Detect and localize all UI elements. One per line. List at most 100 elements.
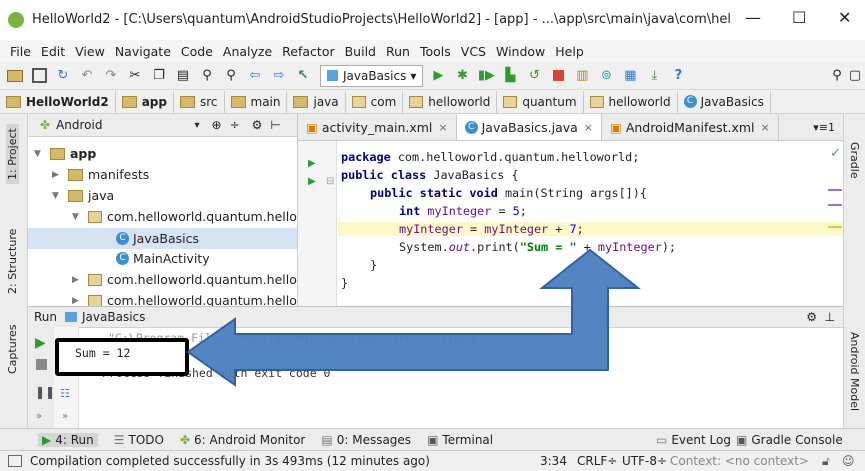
- hide-panel-icon[interactable]: ⊥: [825, 310, 835, 324]
- menu-file[interactable]: File: [10, 44, 31, 59]
- menu-vcs[interactable]: VCS: [461, 44, 486, 59]
- make-project-icon[interactable]: ↖: [294, 67, 312, 85]
- scroll-from-source-icon[interactable]: ⊕: [212, 118, 222, 132]
- line-separator[interactable]: CRLF÷: [577, 454, 617, 468]
- project-tool-tab[interactable]: 1: Project: [6, 124, 19, 184]
- replace-icon[interactable]: ⚲: [222, 67, 240, 85]
- paste-icon[interactable]: ▤: [174, 67, 192, 85]
- cut-icon[interactable]: ✂: [126, 67, 144, 85]
- open-folder-icon[interactable]: [6, 67, 24, 85]
- coverage-icon[interactable]: ▮▶: [477, 67, 495, 85]
- tab-overflow-menu[interactable]: ▾≡1: [813, 121, 835, 134]
- run-configuration-select[interactable]: JavaBasics ▾: [320, 64, 424, 87]
- menu-refactor[interactable]: Refactor: [282, 44, 334, 59]
- menu-view[interactable]: View: [75, 44, 105, 59]
- sync-icon[interactable]: ↻: [54, 67, 72, 85]
- gradle-console-tool-tab[interactable]: ▣ Gradle Console: [736, 433, 843, 447]
- save-icon[interactable]: [30, 67, 48, 85]
- back-icon[interactable]: ⇦: [246, 67, 264, 85]
- lock-icon[interactable]: 🔓︎: [822, 454, 830, 469]
- redo-icon[interactable]: ↷: [102, 67, 120, 85]
- todo-tool-tab[interactable]: ☰ TODO: [114, 433, 164, 447]
- breadcrumb-item[interactable]: HelloWorld2: [0, 90, 116, 113]
- menu-help[interactable]: Help: [555, 44, 584, 59]
- forward-icon[interactable]: ⇨: [270, 67, 288, 85]
- project-view-select[interactable]: Android: [56, 118, 102, 132]
- run-icon[interactable]: ▶: [429, 67, 447, 85]
- breadcrumb-item[interactable]: app: [116, 90, 174, 113]
- code-line-1[interactable]: package com.helloworld.quantum.helloworl…: [341, 150, 639, 164]
- inspection-ok-icon[interactable]: ✓: [830, 146, 841, 161]
- close-tab-icon[interactable]: ×: [584, 121, 593, 134]
- breadcrumb-item[interactable]: main: [225, 90, 288, 113]
- hide-panel-icon[interactable]: ⊢: [270, 118, 280, 132]
- menu-build[interactable]: Build: [345, 44, 376, 59]
- avd-manager-icon[interactable]: ⊚: [597, 67, 615, 85]
- tree-item-mainactivity[interactable]: C MainActivity: [116, 251, 210, 266]
- gradle-tool-tab[interactable]: Gradle: [848, 142, 861, 179]
- minimize-button[interactable]: —: [745, 8, 761, 27]
- project-structure-icon[interactable]: ▦: [621, 67, 639, 85]
- breadcrumb-item[interactable]: helloworld: [584, 90, 678, 113]
- menu-run[interactable]: Run: [386, 44, 410, 59]
- fold-icon[interactable]: ⊟: [326, 176, 334, 187]
- gear-icon[interactable]: ⚙: [806, 310, 817, 324]
- code-line-8[interactable]: }: [341, 276, 348, 290]
- search-icon[interactable]: ⚲: [828, 67, 846, 85]
- file-encoding[interactable]: UTF-8÷: [622, 454, 667, 468]
- apply-changes-icon[interactable]: ↺: [525, 67, 543, 85]
- maximize-button[interactable]: ☐: [792, 8, 806, 27]
- menu-navigate[interactable]: Navigate: [115, 44, 171, 59]
- copy-icon[interactable]: ❐: [150, 67, 168, 85]
- terminal-tool-tab[interactable]: ▣ Terminal: [427, 433, 493, 447]
- tree-item-javabasics[interactable]: C JavaBasics: [28, 228, 297, 249]
- menu-edit[interactable]: Edit: [41, 44, 65, 59]
- help-icon[interactable]: ?: [669, 67, 687, 85]
- tab-javabasics[interactable]: C JavaBasics.java ×: [456, 114, 603, 140]
- gradle-sync-icon[interactable]: ⤓: [645, 67, 663, 85]
- undo-icon[interactable]: ↶: [78, 67, 96, 85]
- android-model-tool-tab[interactable]: Android Model: [848, 332, 861, 411]
- breadcrumb-item[interactable]: java: [287, 90, 346, 113]
- breadcrumb-item[interactable]: com: [346, 90, 404, 113]
- event-log-tool-tab[interactable]: ▭ Event Log: [656, 433, 731, 447]
- code-line-6[interactable]: System.out.print("Sum = " + myInteger);: [399, 240, 676, 254]
- run-config-tab[interactable]: JavaBasics: [82, 310, 145, 324]
- messages-tool-tab[interactable]: ▤ 0: Messages: [321, 433, 411, 447]
- tree-item-package[interactable]: ▶ com.helloworld.quantum.hellowo: [72, 293, 297, 306]
- run-tool-tab[interactable]: ▶ 4: Run: [38, 432, 98, 447]
- rerun-icon[interactable]: ▶: [35, 335, 46, 351]
- run-class-icon[interactable]: ▶: [308, 158, 316, 169]
- tab-activity-main[interactable]: ▣ activity_main.xml ×: [298, 114, 457, 140]
- tool-windows-icon[interactable]: [8, 455, 22, 467]
- more-icon[interactable]: »: [62, 411, 68, 422]
- menu-tools[interactable]: Tools: [420, 44, 451, 59]
- tree-item-package[interactable]: ▼ com.helloworld.quantum.hellowo: [72, 209, 297, 224]
- attach-debugger-icon[interactable]: ▙: [501, 67, 519, 85]
- code-line-7[interactable]: }: [370, 258, 377, 272]
- window-icon[interactable]: ▢: [846, 67, 864, 85]
- gear-icon[interactable]: ⚙: [252, 118, 263, 132]
- code-line-2[interactable]: public class JavaBasics {: [341, 168, 519, 182]
- tab-androidmanifest[interactable]: ▣ AndroidManifest.xml ×: [602, 114, 779, 140]
- close-tab-icon[interactable]: ×: [761, 121, 770, 134]
- inspector-icon[interactable]: ☺: [842, 454, 855, 468]
- close-window-button[interactable]: ✕: [838, 8, 851, 27]
- find-icon[interactable]: ⚲: [198, 67, 216, 85]
- tree-item-manifests[interactable]: ▶ manifests: [52, 167, 149, 182]
- structure-tool-tab[interactable]: 2: Structure: [6, 229, 19, 294]
- more-icon[interactable]: »: [36, 411, 42, 422]
- breadcrumb-item[interactable]: quantum: [497, 90, 584, 113]
- code-line-5[interactable]: myInteger = myInteger + 7;: [338, 222, 843, 236]
- sdk-manager-icon[interactable]: ▥: [573, 67, 591, 85]
- run-main-icon[interactable]: ▶: [308, 176, 316, 187]
- tree-item-app[interactable]: ▼ app: [34, 146, 96, 161]
- breadcrumb-item[interactable]: src: [174, 90, 225, 113]
- code-line-3[interactable]: public static void main(String args[]){: [370, 186, 647, 200]
- soft-wrap-icon[interactable]: ☷: [60, 387, 70, 400]
- menu-analyze[interactable]: Analyze: [223, 44, 272, 59]
- collapse-all-icon[interactable]: ÷: [230, 118, 240, 132]
- code-line-4[interactable]: int myInteger = 5;: [399, 204, 527, 218]
- breadcrumb-item[interactable]: helloworld: [403, 90, 498, 113]
- stop-icon[interactable]: [36, 359, 47, 370]
